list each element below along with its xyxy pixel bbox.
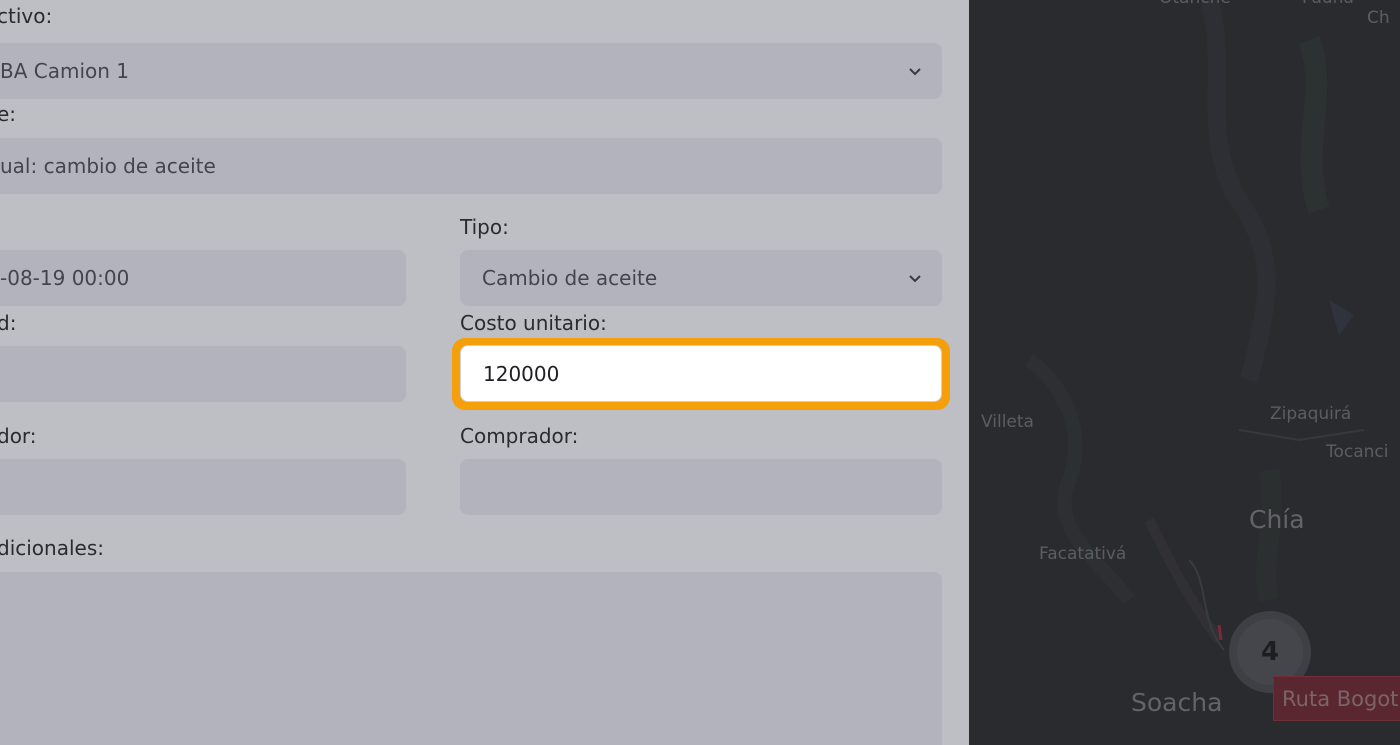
costo-unitario-input[interactable] [460,345,942,402]
nombre-input[interactable]: ual: cambio de aceite [0,138,942,194]
comprador-input[interactable] [460,459,942,515]
activo-select-value: BA Camion 1 [0,59,130,83]
map-terrain [969,0,1400,745]
activo-select[interactable]: BA Camion 1 [0,43,942,99]
nombre-input-value: ual: cambio de aceite [0,154,216,178]
tipo-select-value: Cambio de aceite [482,266,658,290]
proveedor-input[interactable] [0,459,406,515]
cantidad-input[interactable] [0,346,406,402]
cantidad-label: d: [0,311,17,335]
proveedor-label: dor: [0,424,37,448]
map-label-otanche: Otanche [1159,0,1231,8]
map-label-pauna: Pauna [1302,0,1354,8]
comprador-label: Comprador: [460,424,579,448]
nombre-label: e: [0,102,17,126]
activo-label: ctivo: [0,4,53,28]
map-label-tocancipa: Tocanci [1326,442,1389,462]
map-label-soacha: Soacha [1131,688,1223,717]
map-view[interactable]: Otanche Pauna Ch Villeta Zipaquirá Tocan… [969,0,1400,745]
app-root: ctivo: BA Camion 1 e: ual: cambio de ace… [0,0,1400,745]
notas-label: dicionales: [0,536,104,560]
maintenance-form-panel: ctivo: BA Camion 1 e: ual: cambio de ace… [0,0,969,745]
costo-unitario-label: Costo unitario: [460,311,607,335]
fecha-input-value: -08-19 00:00 [0,266,130,290]
map-label-ch: Ch [1367,8,1390,28]
fecha-input[interactable]: -08-19 00:00 [0,250,406,306]
tipo-select[interactable]: Cambio de aceite [460,250,942,306]
map-label-chia: Chía [1249,505,1305,534]
notas-textarea[interactable] [0,572,942,745]
chevron-down-icon [909,275,921,283]
route-label-tag[interactable]: Ruta Bogot [1273,676,1400,721]
tipo-label: Tipo: [460,215,509,239]
map-label-facatativa: Facatativá [1039,544,1127,564]
chevron-down-icon [909,68,921,76]
map-label-zipaquira: Zipaquirá [1270,404,1352,424]
map-label-villeta: Villeta [981,412,1034,432]
